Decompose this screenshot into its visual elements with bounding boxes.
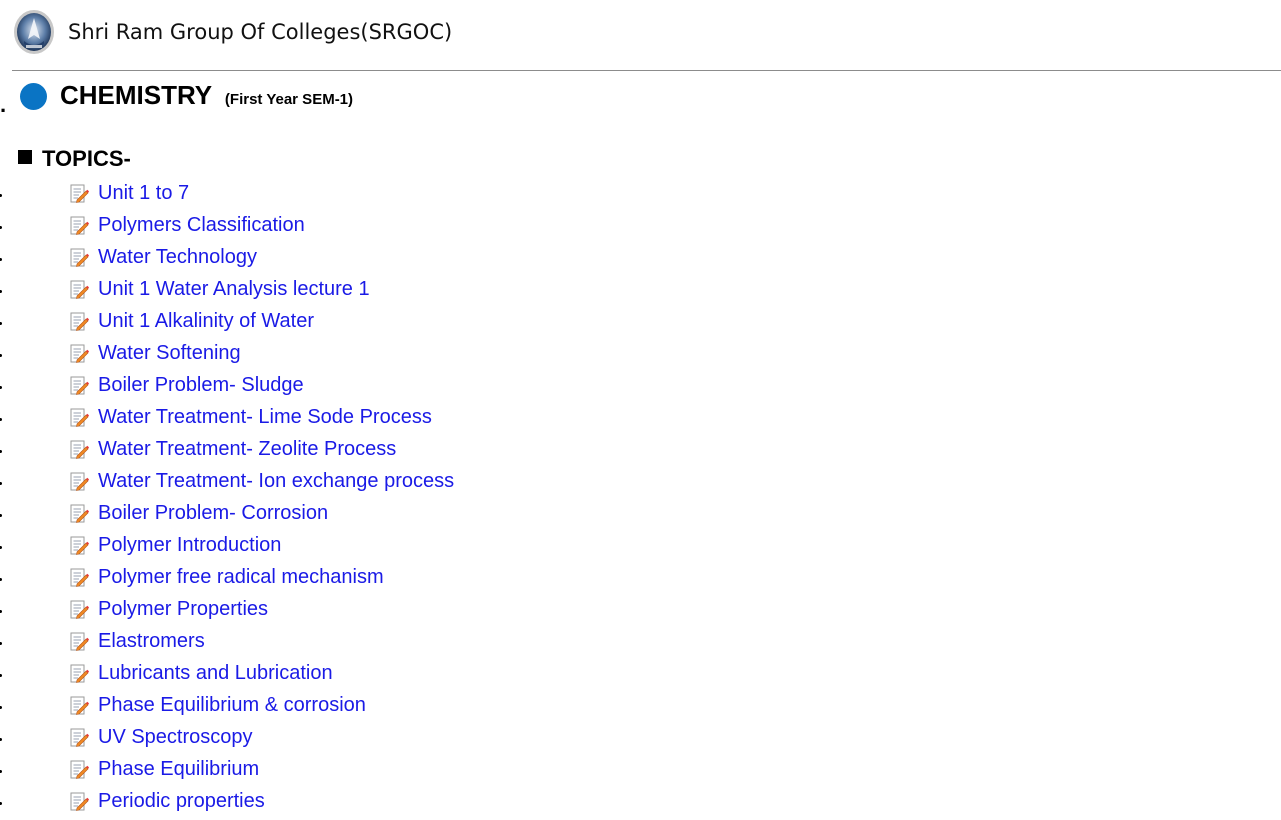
topic-link[interactable]: Boiler Problem- Sludge (98, 374, 304, 397)
document-edit-icon (70, 696, 89, 715)
topic-item: Unit 1 Water Analysis lecture 1 (0, 274, 600, 306)
topic-item: Water Treatment- Ion exchange process (0, 466, 600, 498)
document-edit-icon (70, 536, 89, 555)
topic-item: Polymer Properties (0, 594, 600, 626)
document-edit-icon (70, 440, 89, 459)
document-edit-icon (70, 344, 89, 363)
bullet-dot (0, 354, 2, 357)
bullet-dot (0, 482, 2, 485)
bullet-dot (0, 226, 2, 229)
topic-link[interactable]: Elastromers (98, 630, 205, 653)
bullet-dot (0, 546, 2, 549)
document-edit-icon (70, 248, 89, 267)
topic-link[interactable]: Water Treatment- Lime Sode Process (98, 406, 432, 429)
topic-item: Phase Equilibrium (0, 754, 600, 786)
topic-link[interactable]: Polymers Classification (98, 214, 305, 237)
document-edit-icon (70, 632, 89, 651)
list-bullet-dot: . (0, 92, 7, 117)
bullet-dot (0, 674, 2, 677)
topic-item: Polymer Introduction (0, 530, 600, 562)
bullet-dot (0, 578, 2, 581)
bullet-dot (0, 258, 2, 261)
topics-heading: TOPICS- (18, 146, 131, 172)
subject-heading: CHEMISTRY (First Year SEM-1) (60, 80, 353, 111)
topic-link[interactable]: Phase Equilibrium & corrosion (98, 694, 366, 717)
bullet-dot (0, 418, 2, 421)
document-edit-icon (70, 280, 89, 299)
document-edit-icon (70, 664, 89, 683)
topic-item: Water Treatment- Zeolite Process (0, 434, 600, 466)
topic-item: Periodic properties (0, 786, 600, 818)
topic-link[interactable]: Water Treatment- Zeolite Process (98, 438, 396, 461)
page-header: Shri Ram Group Of Colleges(SRGOC) (0, 0, 1281, 70)
topic-link[interactable]: Polymer Introduction (98, 534, 281, 557)
topic-item: Boiler Problem- Sludge (0, 370, 600, 402)
topic-list: Unit 1 to 7 Polymers Classification Wate… (0, 178, 600, 818)
bullet-dot (0, 642, 2, 645)
bullet-dot (0, 770, 2, 773)
document-edit-icon (70, 728, 89, 747)
square-bullet-icon (18, 150, 32, 164)
topic-item: Boiler Problem- Corrosion (0, 498, 600, 530)
topic-link[interactable]: Water Technology (98, 246, 257, 269)
topic-item: Water Technology (0, 242, 600, 274)
bullet-dot (0, 514, 2, 517)
topic-item: UV Spectroscopy (0, 722, 600, 754)
topic-item: Unit 1 Alkalinity of Water (0, 306, 600, 338)
header-divider (12, 70, 1281, 71)
bullet-dot (0, 386, 2, 389)
topic-item: Water Softening (0, 338, 600, 370)
subject-title: CHEMISTRY (60, 80, 212, 110)
topic-link[interactable]: Unit 1 Alkalinity of Water (98, 310, 314, 333)
bullet-dot (0, 706, 2, 709)
document-edit-icon (70, 184, 89, 203)
topic-item: Elastromers (0, 626, 600, 658)
college-emblem-icon[interactable] (13, 9, 55, 55)
document-edit-icon (70, 408, 89, 427)
bullet-dot (0, 802, 2, 805)
bullet-dot (0, 194, 2, 197)
topic-link[interactable]: Boiler Problem- Corrosion (98, 502, 328, 525)
document-edit-icon (70, 504, 89, 523)
topic-item: Lubricants and Lubrication (0, 658, 600, 690)
document-edit-icon (70, 568, 89, 587)
bullet-dot (0, 322, 2, 325)
topic-link[interactable]: Phase Equilibrium (98, 758, 259, 781)
subject-circle-icon (20, 83, 47, 110)
bullet-dot (0, 610, 2, 613)
topic-item: Water Treatment- Lime Sode Process (0, 402, 600, 434)
topics-heading-label: TOPICS- (42, 146, 131, 171)
document-edit-icon (70, 792, 89, 811)
topic-link[interactable]: Polymer free radical mechanism (98, 566, 384, 589)
topic-link[interactable]: Lubricants and Lubrication (98, 662, 333, 685)
topic-link[interactable]: UV Spectroscopy (98, 726, 253, 749)
document-edit-icon (70, 600, 89, 619)
document-edit-icon (70, 216, 89, 235)
bullet-dot (0, 738, 2, 741)
document-edit-icon (70, 312, 89, 331)
bullet-dot (0, 450, 2, 453)
document-edit-icon (70, 376, 89, 395)
document-edit-icon (70, 760, 89, 779)
topic-link[interactable]: Unit 1 to 7 (98, 182, 189, 205)
site-title: Shri Ram Group Of Colleges(SRGOC) (68, 20, 453, 44)
document-edit-icon (70, 472, 89, 491)
subject-subtitle: (First Year SEM-1) (224, 91, 354, 108)
topic-link[interactable]: Unit 1 Water Analysis lecture 1 (98, 278, 370, 301)
topic-item: Polymer free radical mechanism (0, 562, 600, 594)
topic-item: Unit 1 to 7 (0, 178, 600, 210)
bullet-dot (0, 290, 2, 293)
topic-link[interactable]: Polymer Properties (98, 598, 268, 621)
topic-link[interactable]: Periodic properties (98, 790, 265, 813)
topic-item: Phase Equilibrium & corrosion (0, 690, 600, 722)
topic-item: Polymers Classification (0, 210, 600, 242)
topic-link[interactable]: Water Treatment- Ion exchange process (98, 470, 454, 493)
topic-link[interactable]: Water Softening (98, 342, 241, 365)
